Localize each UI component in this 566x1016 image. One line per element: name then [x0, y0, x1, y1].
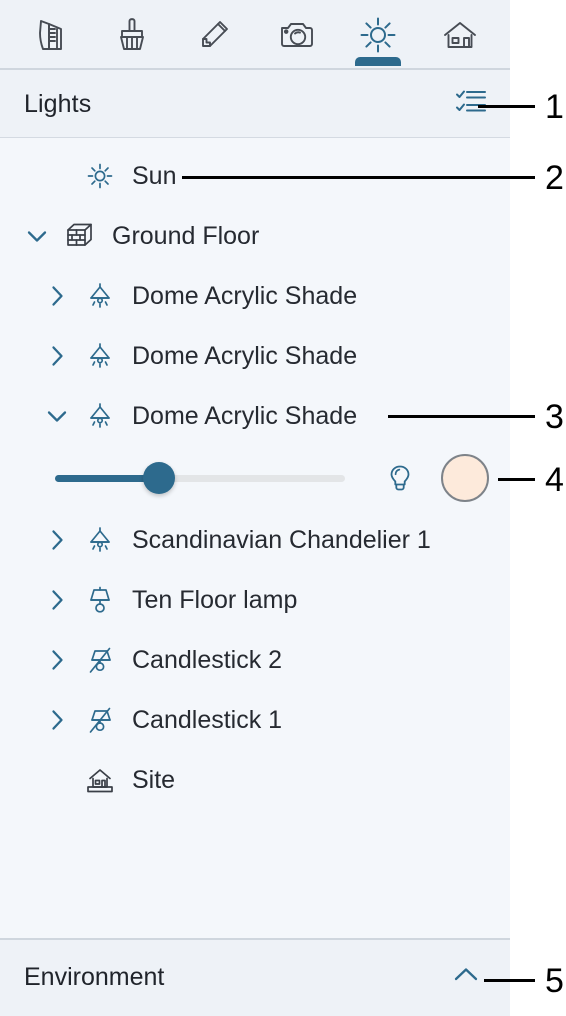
active-tab-indicator	[355, 57, 401, 66]
intensity-slider[interactable]	[55, 462, 345, 494]
toolbar-button-building[interactable]	[432, 4, 488, 66]
camera-icon	[274, 13, 318, 57]
site-house-icon	[80, 763, 120, 797]
page-title: Lights	[24, 89, 92, 118]
checklist-icon[interactable]	[454, 85, 488, 124]
callout-number-3: 3	[545, 398, 564, 436]
lightbulb-icon[interactable]	[381, 459, 419, 497]
light-color-swatch[interactable]	[441, 454, 489, 502]
sun-small-icon	[80, 161, 120, 191]
light-controls-row	[0, 446, 510, 510]
toolbar-button-lighting[interactable]	[350, 4, 406, 66]
toolbar-button-camera[interactable]	[268, 4, 324, 66]
chevron-right-icon[interactable]	[34, 645, 80, 675]
brush-icon	[110, 13, 154, 57]
environment-title: Environment	[24, 962, 165, 991]
pencil-icon	[192, 13, 236, 57]
pendant-lamp-icon	[80, 340, 120, 372]
toolbar-button-pencil[interactable]	[186, 4, 242, 66]
tree-row-dome-acrylic-shade-1[interactable]: Dome Acrylic Shade	[0, 266, 510, 326]
tree-row-label: Dome Acrylic Shade	[132, 401, 358, 430]
tree-row-ten-floor-lamp[interactable]: Ten Floor lamp	[0, 570, 510, 630]
slider-thumb[interactable]	[143, 462, 176, 494]
lamp-off-icon	[80, 704, 120, 736]
chevron-right-icon[interactable]	[34, 525, 80, 555]
toolbar-button-caliper[interactable]	[22, 4, 78, 66]
pendant-lamp-icon	[80, 400, 120, 432]
tree-row-scandinavian-chandelier-1[interactable]: Scandinavian Chandelier 1	[0, 510, 510, 570]
tree-row-label: Site	[132, 765, 176, 794]
callout-number-1: 1	[545, 88, 564, 126]
tree-row-candlestick-2[interactable]: Candlestick 2	[0, 630, 510, 690]
tree-row-label: Dome Acrylic Shade	[132, 341, 358, 370]
chevron-up-icon[interactable]	[448, 957, 484, 998]
chevron-down-icon[interactable]	[34, 401, 80, 431]
house-icon	[438, 13, 482, 57]
chevron-right-icon[interactable]	[34, 705, 80, 735]
tree-row-candlestick-1[interactable]: Candlestick 1	[0, 690, 510, 750]
lights-section-header: Lights	[0, 70, 510, 138]
callout-line-3	[388, 415, 535, 418]
tree-row-ground-floor[interactable]: Ground Floor	[0, 206, 510, 266]
chevron-right-icon[interactable]	[34, 585, 80, 615]
tree-row-label: Ground Floor	[112, 221, 260, 250]
caliper-icon	[28, 13, 72, 57]
callout-line-2	[182, 176, 535, 179]
tree-row-label: Dome Acrylic Shade	[132, 281, 358, 310]
chevron-down-icon[interactable]	[14, 221, 60, 251]
pendant-lamp-icon	[80, 280, 120, 312]
chevron-right-icon[interactable]	[34, 281, 80, 311]
brick-cube-icon	[60, 219, 100, 253]
lights-tree: Sun Ground Floor Dome Acrylic Shade Dome…	[0, 138, 510, 810]
tree-row-label: Scandinavian Chandelier 1	[132, 525, 431, 554]
callout-number-2: 2	[545, 159, 564, 197]
tree-row-label: Candlestick 2	[132, 645, 283, 674]
lighting-side-panel: Lights Sun Ground Floor Dome Acrylic Sha…	[0, 0, 510, 1016]
callout-number-5: 5	[545, 962, 564, 1000]
tree-row-dome-acrylic-shade-2[interactable]: Dome Acrylic Shade	[0, 326, 510, 386]
tree-row-label: Candlestick 1	[132, 705, 283, 734]
tree-row-label: Ten Floor lamp	[132, 585, 298, 614]
chevron-right-icon[interactable]	[34, 341, 80, 371]
callout-line-1	[478, 105, 535, 108]
lamp-off-icon	[80, 644, 120, 676]
callout-line-5	[484, 979, 535, 982]
callout-line-4	[498, 478, 535, 481]
tree-row-site[interactable]: Site	[0, 750, 510, 810]
floor-lamp-icon	[80, 584, 120, 616]
toolbar-button-brush[interactable]	[104, 4, 160, 66]
pendant-lamp-icon	[80, 524, 120, 556]
callout-number-4: 4	[545, 461, 564, 499]
tree-row-label: Sun	[132, 161, 177, 190]
sun-icon	[356, 13, 400, 57]
environment-section-header[interactable]: Environment	[0, 938, 510, 1016]
main-toolbar	[0, 0, 510, 70]
